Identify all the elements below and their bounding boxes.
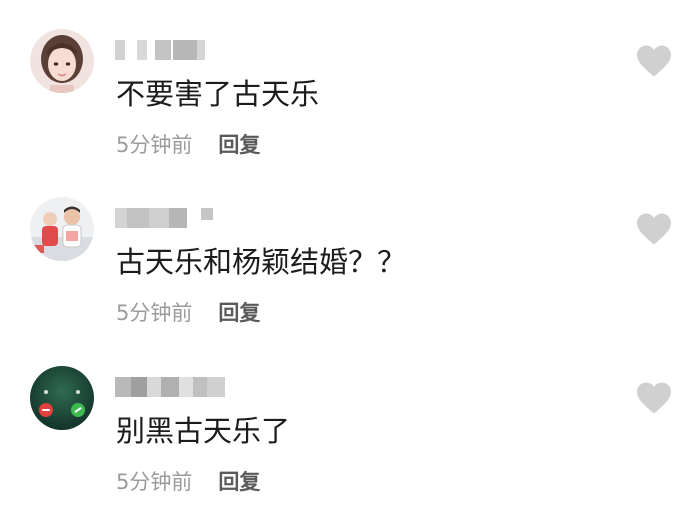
- username-blurred[interactable]: [115, 377, 235, 397]
- username-blurred[interactable]: [115, 208, 235, 228]
- comment-item: 别黑古天乐了 5分钟前 回复: [0, 337, 700, 505]
- avatar[interactable]: [30, 197, 94, 261]
- comment-item: 不要害了古天乐 5分钟前 回复: [0, 0, 700, 168]
- comment-time: 5分钟前: [116, 301, 193, 325]
- comment-text: 别黑古天乐了: [116, 414, 291, 448]
- comment-text: 不要害了古天乐: [116, 77, 320, 111]
- comment-time: 5分钟前: [116, 133, 193, 157]
- comment-time: 5分钟前: [116, 470, 193, 494]
- comment-meta: 5分钟前 回复: [116, 469, 260, 495]
- comment-meta: 5分钟前 回复: [116, 132, 260, 158]
- user-avatar-call-screen-icon: [30, 366, 94, 430]
- comment-text: 古天乐和杨颖结婚？？: [116, 245, 407, 279]
- heart-icon: [637, 45, 671, 77]
- avatar[interactable]: [30, 29, 94, 93]
- comment-item: 古天乐和杨颖结婚？？ 5分钟前 回复: [0, 168, 700, 336]
- reply-button[interactable]: 回复: [218, 301, 260, 325]
- user-avatar-photo-icon: [30, 197, 94, 261]
- heart-icon: [637, 382, 671, 414]
- avatar[interactable]: [30, 366, 94, 430]
- heart-icon: [637, 213, 671, 245]
- comment-meta: 5分钟前 回复: [116, 300, 260, 326]
- like-button[interactable]: [635, 212, 673, 246]
- username-blurred[interactable]: [115, 40, 235, 60]
- reply-button[interactable]: 回复: [218, 470, 260, 494]
- like-button[interactable]: [635, 381, 673, 415]
- like-button[interactable]: [635, 44, 673, 78]
- user-avatar-girl-icon: [30, 29, 94, 93]
- reply-button[interactable]: 回复: [218, 133, 260, 157]
